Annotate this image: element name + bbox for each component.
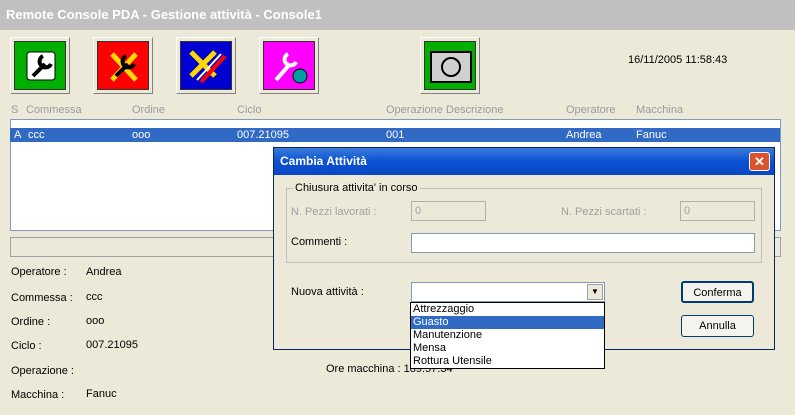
option-guasto[interactable]: Guasto (411, 316, 604, 329)
cell-macchina: Fanuc (636, 129, 667, 141)
operatore-value: Andrea (86, 266, 122, 278)
cell-operatore: Andrea (566, 129, 602, 141)
nuova-attivita-dropdown[interactable]: Attrezzaggio Guasto Manutenzione Mensa R… (410, 302, 605, 369)
ordine-value: ooo (86, 315, 105, 327)
commenti-label: Commenti : (291, 236, 348, 248)
breakdown-button[interactable] (93, 37, 153, 94)
option-manutenzione[interactable]: Manutenzione (411, 329, 604, 342)
group-title: Chiusura attivita' in corso (293, 182, 420, 194)
pezzi-scartati-label: N. Pezzi scartati : (561, 206, 647, 218)
window-title: Remote Console PDA - Gestione attività -… (0, 0, 795, 30)
pezzi-lavorati-label: N. Pezzi lavorati : (291, 206, 377, 218)
camera-button[interactable] (420, 37, 480, 94)
nuova-attivita-select[interactable]: ▼ (411, 282, 605, 302)
header-macchina[interactable]: Macchina (636, 104, 683, 116)
tool-change-button[interactable] (259, 37, 319, 94)
wrench-icon (14, 41, 66, 90)
header-commessa[interactable]: Commessa (26, 104, 82, 116)
cell-s: A (14, 129, 22, 141)
dialog-title: Cambia Attività (274, 148, 774, 175)
datetime-display: 16/11/2005 11:58:43 (628, 54, 728, 66)
header-ordine[interactable]: Ordine (132, 104, 165, 116)
annulla-button[interactable]: Annulla (681, 315, 754, 337)
pezzi-lavorati-field[interactable]: 0 (411, 201, 486, 221)
macchina-label: Macchina : (11, 389, 65, 401)
setup-button[interactable] (10, 37, 70, 94)
header-operazione[interactable]: Operazione (386, 104, 443, 116)
pezzi-scartati-field[interactable]: 0 (680, 201, 755, 221)
maintenance-button[interactable] (176, 37, 236, 94)
wrench-cross-icon (97, 41, 149, 90)
ciclo-label: Ciclo : (11, 340, 42, 352)
operazione-label: Operazione : (11, 365, 74, 377)
header-s[interactable]: S (11, 104, 18, 116)
commessa-label: Commessa : (11, 292, 73, 304)
cell-ciclo: 007.21095 (237, 129, 289, 141)
cell-operazione: 001 (386, 129, 405, 141)
macchina-value: Fanuc (86, 388, 117, 400)
nuova-attivita-label: Nuova attività : (291, 286, 364, 298)
camera-icon (424, 41, 476, 90)
option-attrezzaggio[interactable]: Attrezzaggio (411, 303, 604, 316)
chevron-down-icon[interactable]: ▼ (587, 284, 603, 300)
header-ciclo[interactable]: Ciclo (237, 104, 261, 116)
tools-cross-icon (180, 41, 232, 90)
wrench-gear-icon (263, 41, 315, 90)
ordine-label: Ordine : (11, 316, 51, 328)
header-descrizione[interactable]: Descrizione (446, 104, 503, 116)
header-operatore[interactable]: Operatore (566, 104, 616, 116)
operatore-label: Operatore : (11, 266, 67, 278)
conferma-button[interactable]: Conferma (681, 281, 754, 303)
ciclo-value: 007.21095 (86, 339, 138, 351)
cell-ordine: ooo (132, 129, 151, 141)
close-icon[interactable]: ✕ (749, 152, 770, 171)
option-rottura-utensile[interactable]: Rottura Utensile (411, 355, 604, 368)
commessa-value: ccc (86, 291, 103, 303)
option-mensa[interactable]: Mensa (411, 342, 604, 355)
commenti-field[interactable] (411, 233, 755, 253)
cell-commessa: ccc (28, 129, 45, 141)
